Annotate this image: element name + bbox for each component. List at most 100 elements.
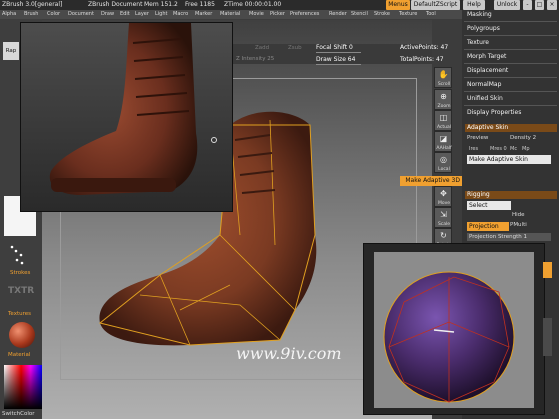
total-points-readout: TotalPoints: 47 xyxy=(400,56,444,63)
free-readout: Free 1185 xyxy=(185,1,215,8)
separator xyxy=(464,105,557,106)
normalmap-subpalette[interactable]: NormalMap xyxy=(467,81,501,88)
menu-item[interactable]: Preferences xyxy=(290,10,319,19)
separator xyxy=(464,91,557,92)
minimize-button[interactable]: - xyxy=(523,0,532,10)
adaptive-skin-header[interactable]: Adaptive Skin xyxy=(465,124,557,132)
morph-target-subpalette[interactable]: Morph Target xyxy=(467,53,506,60)
move-tool[interactable]: ✥ Move xyxy=(434,186,452,207)
sphere-render xyxy=(383,271,515,403)
mres-slider[interactable]: Mres 0 xyxy=(490,146,507,152)
texture-placeholder[interactable]: TXTR xyxy=(8,286,34,296)
slider-track xyxy=(316,64,361,65)
projection-button[interactable]: Projection xyxy=(467,222,509,231)
strokes-palette-label[interactable]: Strokes xyxy=(10,270,30,276)
menu-item[interactable]: Picker xyxy=(270,10,285,19)
menu-item[interactable]: Brush xyxy=(24,10,38,19)
menu-item[interactable]: Alpha xyxy=(2,10,16,19)
aahalf-tool[interactable]: ◪ AAHalf xyxy=(434,131,452,152)
zoom-tool[interactable]: ⊕ Zoom xyxy=(434,89,452,110)
menu-item[interactable]: Movie xyxy=(249,10,264,19)
maximize-button[interactable]: □ xyxy=(535,0,544,10)
separator xyxy=(464,35,557,36)
app-title: ZBrush 3.0[general] xyxy=(2,1,63,8)
local-tool[interactable]: ◎ Local xyxy=(434,152,452,173)
select-button[interactable]: Select xyxy=(467,201,511,210)
default-zscript-button[interactable]: DefaultZScript xyxy=(411,0,460,10)
separator xyxy=(464,21,557,22)
z-intensity-slider[interactable]: Z Intensity 25 xyxy=(236,56,274,62)
textured-boot-inset xyxy=(20,22,233,212)
material-sphere-icon[interactable] xyxy=(9,322,35,348)
menu-item[interactable]: Stroke xyxy=(374,10,390,19)
rigging-header[interactable]: Rigging xyxy=(465,191,557,199)
actual-tool[interactable]: ◫ Actual xyxy=(434,110,452,131)
watermark: www.9iv.com xyxy=(236,344,342,363)
menu-item[interactable]: Layer xyxy=(135,10,149,19)
menu-item[interactable]: Tool xyxy=(426,10,436,19)
ires-slider[interactable]: Ires xyxy=(469,146,478,152)
mc-toggle[interactable]: Mc xyxy=(510,146,517,152)
menus-button[interactable]: Menus xyxy=(386,0,410,10)
texture-subpalette[interactable]: Texture xyxy=(467,39,489,46)
menu-item[interactable]: Texture xyxy=(399,10,417,19)
actual-icon: ◫ xyxy=(439,113,448,122)
focal-shift-slider[interactable]: Focal Shift 0 xyxy=(316,44,353,51)
menu-item[interactable]: Draw xyxy=(101,10,114,19)
zadd-toggle[interactable]: Zadd xyxy=(255,45,269,51)
masking-subpalette[interactable]: Masking xyxy=(467,11,492,18)
menu-item[interactable]: Light xyxy=(155,10,167,19)
ztime-readout: ZTime 00:00:01.00 xyxy=(224,1,282,8)
mem-readout: Mem 151.2 xyxy=(144,1,178,8)
rotate-icon: ↻ xyxy=(440,231,447,240)
hide-toggle[interactable]: Hide xyxy=(512,212,525,218)
menu-item[interactable]: Macro xyxy=(173,10,188,19)
switch-color-button[interactable]: SwitchColor xyxy=(2,411,35,417)
rap-tab[interactable]: Rap xyxy=(3,42,19,60)
separator xyxy=(464,63,557,64)
material-palette-label[interactable]: Material xyxy=(8,352,30,358)
menu-item[interactable]: Edit xyxy=(120,10,130,19)
density-slider[interactable]: Density 2 xyxy=(510,135,536,141)
scroll-indicator[interactable] xyxy=(543,262,552,278)
menu-item[interactable]: Stencil xyxy=(351,10,368,19)
menu-bar: Alpha Brush Color Document Draw Edit Lay… xyxy=(0,10,462,19)
stroke-dots-icon xyxy=(8,243,28,267)
displacement-subpalette[interactable]: Displacement xyxy=(467,67,508,74)
menu-item[interactable]: Render xyxy=(329,10,347,19)
textures-palette-label[interactable]: Textures xyxy=(8,311,31,317)
scale-tool[interactable]: ⇲ Scale xyxy=(434,207,452,228)
local-icon: ◎ xyxy=(440,155,447,164)
aahalf-icon: ◪ xyxy=(439,134,448,143)
menu-item[interactable]: Document xyxy=(68,10,94,19)
active-points-readout: ActivePoints: 47 xyxy=(400,44,449,51)
document-title: ZBrush Document xyxy=(88,1,143,8)
zoom-icon: ⊕ xyxy=(440,92,447,101)
menu-item[interactable]: Marker xyxy=(195,10,212,19)
color-picker-shade xyxy=(4,365,42,409)
scale-icon: ⇲ xyxy=(440,210,447,219)
separator xyxy=(464,77,557,78)
slider-track xyxy=(316,52,361,53)
display-properties-subpalette[interactable]: Display Properties xyxy=(467,109,521,116)
move-icon: ✥ xyxy=(440,189,447,198)
sphere-skin-inset xyxy=(363,243,545,415)
menu-item[interactable]: Color xyxy=(47,10,60,19)
unlock-button[interactable]: Unlock xyxy=(494,0,520,10)
close-button[interactable]: × xyxy=(547,0,557,10)
unified-skin-subpalette[interactable]: Unified Skin xyxy=(467,95,503,102)
zsub-toggle[interactable]: Zsub xyxy=(288,45,302,51)
multi-toggle[interactable]: PMulti xyxy=(510,222,527,228)
polygroups-subpalette[interactable]: Polygroups xyxy=(467,25,500,32)
menu-item[interactable]: Material xyxy=(220,10,240,19)
mp-toggle[interactable]: Mp xyxy=(522,146,530,152)
projection-strength-slider[interactable]: Projection Strength 1 xyxy=(467,233,551,241)
scroll-track[interactable] xyxy=(543,318,552,356)
make-adaptive-skin-button[interactable]: Make Adaptive Skin xyxy=(467,155,551,164)
preview-button[interactable]: Preview xyxy=(467,135,488,141)
help-button[interactable]: Help xyxy=(463,0,485,10)
hand-icon: ✋ xyxy=(438,70,449,79)
draw-size-slider[interactable]: Draw Size 64 xyxy=(316,56,355,63)
textured-boot-render xyxy=(49,23,217,195)
scroll-tool[interactable]: ✋ Scroll xyxy=(434,67,452,88)
